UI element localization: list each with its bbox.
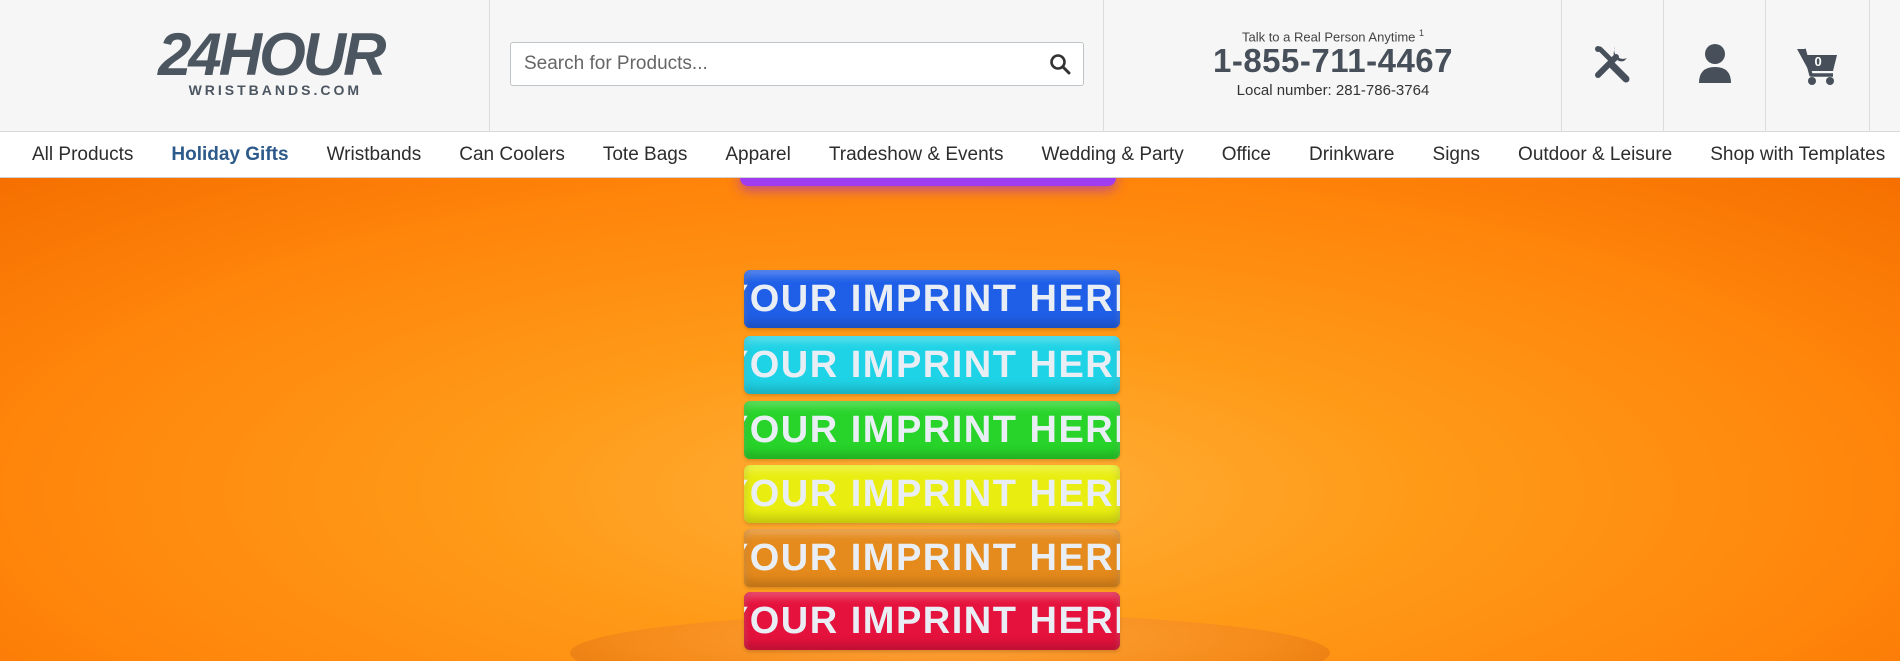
tools-icon xyxy=(1592,43,1634,90)
nav-item-outdoor-leisure[interactable]: Outdoor & Leisure xyxy=(1499,144,1691,166)
hero-wristband: YOUR IMPRINT HERE xyxy=(744,401,1120,459)
site-logo[interactable]: 24HOUR WRISTBANDS.COM xyxy=(158,21,386,102)
nav-item-wristbands[interactable]: Wristbands xyxy=(308,144,441,166)
hero-wristband: YOUR IMPRINT HERE xyxy=(744,529,1120,587)
search-cell xyxy=(490,0,1104,132)
hero-wristband: YOUR IMPRINT HERE xyxy=(744,336,1120,394)
nav-item-all-products[interactable]: All Products xyxy=(13,144,152,166)
account-button[interactable] xyxy=(1664,0,1766,132)
phone-number[interactable]: 1-855-711-4467 xyxy=(1104,42,1562,80)
hero-wristband: YOUR IMPRINT HERE xyxy=(744,270,1120,328)
logo-cell: 24HOUR WRISTBANDS.COM xyxy=(0,0,490,132)
logo-sub-text: WRISTBANDS.COM xyxy=(188,82,362,98)
nav-item-tote-bags[interactable]: Tote Bags xyxy=(584,144,707,166)
contact-cell: Talk to a Real Person Anytime 1 1-855-71… xyxy=(1104,0,1562,132)
cart-count-badge: 0 xyxy=(1814,54,1822,69)
hero-wristband: YOUR IMPRINT HERE xyxy=(744,592,1120,650)
search-input[interactable] xyxy=(511,43,1031,85)
local-phone-number[interactable]: Local number: 281-786-3764 xyxy=(1104,82,1562,99)
user-icon xyxy=(1697,43,1733,90)
nav-item-office[interactable]: Office xyxy=(1203,144,1290,166)
nav-item-wedding-party[interactable]: Wedding & Party xyxy=(1022,144,1202,166)
nav-item-holiday-gifts[interactable]: Holiday Gifts xyxy=(152,144,307,166)
nav-item-apparel[interactable]: Apparel xyxy=(706,144,810,166)
cart-button[interactable]: 0 xyxy=(1766,0,1870,132)
hero-banner[interactable]: YOUR IMPRINT HEREYOUR IMPRINT HEREYOUR I… xyxy=(0,178,1900,661)
main-nav: All Products Holiday Gifts Wristbands Can C… xyxy=(0,132,1900,178)
site-header: 24HOUR WRISTBANDS.COM Talk to a Real Per… xyxy=(0,0,1900,132)
search-box xyxy=(510,42,1084,86)
cart-icon-wrap: 0 xyxy=(1795,45,1841,87)
tools-button[interactable] xyxy=(1562,0,1664,132)
nav-item-can-coolers[interactable]: Can Coolers xyxy=(440,144,584,166)
nav-item-shop-with-templates[interactable]: Shop with Templates xyxy=(1691,144,1900,166)
search-icon[interactable] xyxy=(1049,53,1071,75)
cart-icon xyxy=(1795,48,1841,91)
logo-main-text: 24HOUR xyxy=(158,21,386,88)
hero-wristband: YOUR IMPRINT HERE xyxy=(744,465,1120,523)
hero-top-band xyxy=(740,178,1116,186)
nav-item-signs[interactable]: Signs xyxy=(1414,144,1500,166)
nav-item-tradeshow-events[interactable]: Tradeshow & Events xyxy=(810,144,1023,166)
contact-tagline-sup: 1 xyxy=(1419,28,1425,38)
nav-item-drinkware[interactable]: Drinkware xyxy=(1290,144,1414,166)
